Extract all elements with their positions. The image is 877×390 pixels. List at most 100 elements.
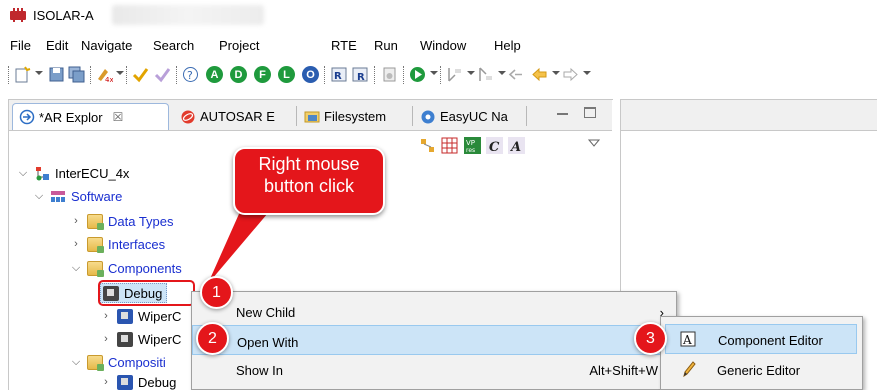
- menu-file[interactable]: File: [10, 38, 31, 53]
- round-button-o-icon[interactable]: O: [302, 66, 319, 83]
- validate-all-icon[interactable]: [154, 66, 171, 83]
- round-button-a-icon[interactable]: A: [206, 66, 223, 83]
- tab-close-icon[interactable]: ☒: [113, 110, 124, 124]
- minimize-view-icon[interactable]: [557, 113, 568, 115]
- next-annotation-icon[interactable]: [446, 66, 463, 83]
- view-network-icon[interactable]: [419, 137, 436, 154]
- tab-filesystem[interactable]: Filesystem: [300, 103, 410, 130]
- save-all-icon[interactable]: [68, 66, 85, 83]
- tab-autosar-editor-label: AUTOSAR E: [200, 109, 275, 124]
- round-button-f-icon[interactable]: F: [254, 66, 271, 83]
- previous-annotation-icon[interactable]: [477, 66, 494, 83]
- tab-autosar-editor[interactable]: AUTOSAR E: [174, 103, 294, 130]
- forward-dropdown-icon[interactable]: [583, 71, 591, 75]
- menu-item-show-in-label: Show In: [236, 363, 283, 378]
- tree-node-software[interactable]: ⌵ Software: [33, 186, 122, 206]
- toolbar-separator: [374, 66, 375, 84]
- tree-node-wiper-2[interactable]: › WiperC: [100, 329, 181, 349]
- tab-separator: [296, 106, 297, 126]
- collapse-icon[interactable]: ⌵: [33, 190, 45, 203]
- rte-configure-icon[interactable]: R: [352, 66, 369, 83]
- toolbar-separator: [403, 66, 404, 84]
- back-icon[interactable]: [531, 66, 548, 83]
- validate-icon[interactable]: [132, 66, 149, 83]
- tree-node-data-types[interactable]: › Data Types: [70, 211, 174, 231]
- view-menu-icon[interactable]: [588, 138, 600, 148]
- menu-rte[interactable]: RTE: [331, 38, 357, 53]
- menu-edit[interactable]: Edit: [46, 38, 68, 53]
- tree-node-components[interactable]: ⌵ Components: [70, 258, 182, 278]
- open-with-submenu: A Component Editor Generic Editor: [660, 316, 863, 390]
- isolar-app-icon: [10, 8, 26, 22]
- tree-node-interfaces[interactable]: › Interfaces: [70, 234, 165, 254]
- maximize-view-icon[interactable]: [584, 107, 596, 118]
- tree-node-wiper-1[interactable]: › WiperC: [100, 306, 181, 326]
- expand-icon[interactable]: ›: [100, 310, 112, 322]
- menu-item-new-child[interactable]: New Child ›: [192, 296, 676, 326]
- tree-node-software-label: Software: [71, 188, 123, 204]
- submenu-item-generic-editor[interactable]: Generic Editor: [661, 355, 862, 385]
- menu-project[interactable]: Project: [219, 38, 259, 53]
- tree-node-wiper-1-label: WiperC: [138, 308, 182, 324]
- expand-icon[interactable]: ›: [70, 215, 82, 227]
- view-c-icon[interactable]: C: [486, 137, 503, 154]
- clean-dropdown-icon[interactable]: [116, 71, 124, 75]
- submenu-item-component-editor[interactable]: A Component Editor: [665, 324, 857, 354]
- debug-highlight-box: [98, 280, 195, 306]
- tree-node-wiper-2-label: WiperC: [138, 331, 182, 347]
- save-icon[interactable]: [48, 66, 65, 83]
- tree-node-data-types-label: Data Types: [108, 213, 174, 229]
- new-dropdown-icon[interactable]: [35, 71, 43, 75]
- clean-4x-icon[interactable]: 4x: [96, 66, 113, 83]
- view-vp-res-icon[interactable]: VP res: [464, 137, 481, 154]
- folder-icon: [87, 260, 104, 277]
- menu-navigate[interactable]: Navigate: [81, 38, 132, 53]
- menu-item-show-in[interactable]: Show In Alt+Shift+W ›: [192, 354, 676, 384]
- last-edit-icon[interactable]: [508, 66, 525, 83]
- menu-item-open-with[interactable]: Open With ›: [192, 325, 676, 355]
- collapse-icon[interactable]: ⌵: [70, 262, 82, 275]
- round-button-l-icon[interactable]: L: [278, 66, 295, 83]
- menu-item-show-in-shortcut: Alt+Shift+W ›: [589, 363, 666, 378]
- menu-help[interactable]: Help: [494, 38, 521, 53]
- round-button-d-icon[interactable]: D: [230, 66, 247, 83]
- submenu-item-generic-editor-label: Generic Editor: [717, 363, 801, 378]
- tree-node-debug-composition[interactable]: › Debug: [100, 374, 176, 390]
- svg-text:VP: VP: [466, 139, 475, 147]
- run-dropdown-icon[interactable]: [430, 71, 438, 75]
- collapse-icon[interactable]: ⌵: [70, 356, 82, 369]
- folder-icon: [87, 354, 104, 371]
- expand-icon[interactable]: ›: [70, 238, 82, 250]
- menu-search[interactable]: Search: [153, 38, 194, 53]
- new-file-icon[interactable]: [14, 66, 31, 83]
- run-icon[interactable]: [409, 66, 426, 83]
- collapse-icon[interactable]: ⌵: [17, 167, 29, 180]
- previous-annotation-dropdown-icon[interactable]: [498, 71, 506, 75]
- build-icon[interactable]: [381, 66, 398, 83]
- tree-node-compositions[interactable]: ⌵ Compositi: [70, 352, 166, 372]
- software-package-icon: [51, 190, 65, 202]
- rte-generate-icon[interactable]: R: [331, 66, 348, 83]
- toolbar-separator: [126, 66, 127, 84]
- menu-window[interactable]: Window: [420, 38, 466, 53]
- menu-run[interactable]: Run: [374, 38, 398, 53]
- back-dropdown-icon[interactable]: [552, 71, 560, 75]
- window-title: ISOLAR-A: [33, 8, 94, 23]
- component-icon: [117, 331, 133, 347]
- view-a-icon[interactable]: A: [508, 137, 525, 154]
- next-annotation-dropdown-icon[interactable]: [467, 71, 475, 75]
- svg-text:res: res: [466, 147, 475, 154]
- expand-icon[interactable]: ›: [100, 333, 112, 345]
- menu-item-new-child-label: New Child: [236, 305, 296, 320]
- tab-ar-explorer[interactable]: *AR Explor ☒: [12, 103, 169, 130]
- svg-text:R: R: [334, 71, 342, 82]
- view-hierarchy-icon[interactable]: [441, 137, 458, 154]
- tab-easyuc-navigator[interactable]: EasyUC Na: [416, 103, 526, 130]
- help-icon[interactable]: ?: [182, 66, 199, 83]
- tree-node-root[interactable]: ⌵ InterECU_4x: [17, 163, 130, 183]
- tree-node-root-label: InterECU_4x: [55, 165, 130, 181]
- svg-text:A: A: [509, 140, 521, 154]
- forward-icon[interactable]: [562, 66, 579, 83]
- expand-icon[interactable]: ›: [100, 376, 112, 388]
- editor-tab-bar: [621, 100, 877, 131]
